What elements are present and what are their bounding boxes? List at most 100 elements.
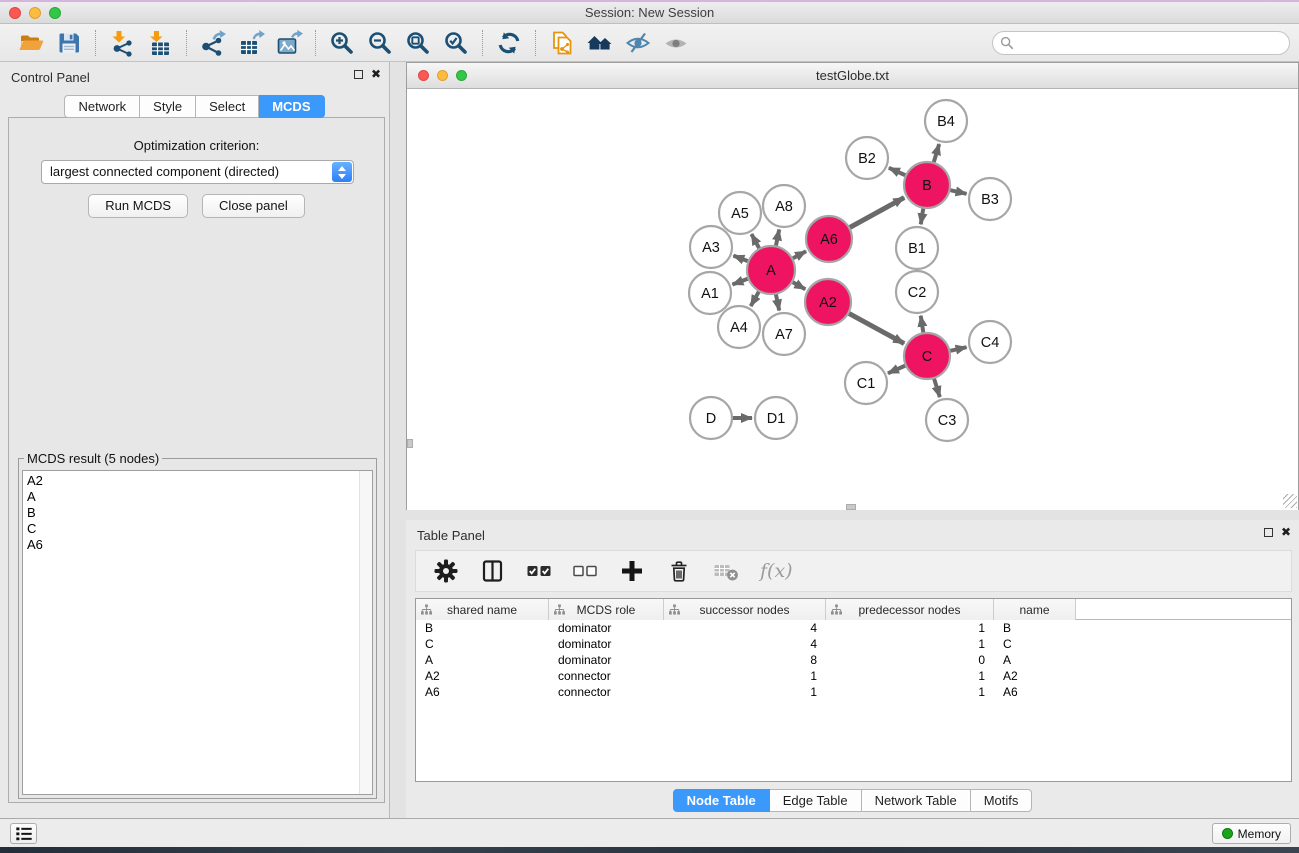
result-list-scrollbar[interactable] — [359, 471, 372, 794]
zoom-in-button[interactable] — [323, 27, 361, 59]
new-network-from-selection-button[interactable] — [543, 27, 581, 59]
table-row[interactable]: Cdominator41C — [416, 636, 1291, 652]
table-cell-name[interactable]: C — [994, 636, 1076, 652]
import-network-button[interactable] — [103, 27, 141, 59]
table-cell-name[interactable]: B — [994, 620, 1076, 636]
float-table-panel-icon[interactable] — [1264, 528, 1273, 537]
tab-style[interactable]: Style — [140, 95, 196, 118]
show-graphics-details-button[interactable] — [657, 27, 695, 59]
tab-network[interactable]: Network — [64, 95, 140, 118]
graph-node-B2[interactable]: B2 — [846, 137, 888, 179]
table-cell-predecessor-nodes[interactable]: 0 — [826, 652, 994, 668]
show-tasks-button[interactable] — [10, 823, 37, 844]
table-cell-predecessor-nodes[interactable]: 1 — [826, 684, 994, 700]
column-header-shared-name[interactable]: shared name — [416, 599, 549, 620]
table-cell-successor-nodes[interactable]: 8 — [664, 652, 826, 668]
zoom-selected-button[interactable] — [437, 27, 475, 59]
table-cell-shared-name[interactable]: A6 — [416, 684, 549, 700]
result-item[interactable]: A — [23, 489, 372, 505]
graph-node-B[interactable]: B — [904, 162, 950, 208]
tab-mcds[interactable]: MCDS — [259, 95, 324, 118]
export-network-button[interactable] — [194, 27, 232, 59]
tab-select[interactable]: Select — [196, 95, 259, 118]
zoom-out-button[interactable] — [361, 27, 399, 59]
tab-network-table[interactable]: Network Table — [862, 789, 971, 812]
search-input[interactable] — [992, 31, 1290, 55]
graph-node-C2[interactable]: C2 — [896, 271, 938, 313]
graph-node-A4[interactable]: A4 — [718, 306, 760, 348]
graph-node-A[interactable]: A — [747, 246, 795, 294]
save-session-button[interactable] — [50, 27, 88, 59]
graph-edge-C-C3[interactable] — [933, 376, 940, 397]
graph-edge-B-B4[interactable] — [933, 144, 939, 165]
table-cell-name[interactable]: A — [994, 652, 1076, 668]
graph-edge-A6-B[interactable] — [847, 198, 904, 229]
graph-node-D[interactable]: D — [690, 397, 732, 439]
graph-node-D1[interactable]: D1 — [755, 397, 797, 439]
open-session-button[interactable] — [12, 27, 50, 59]
canvas-left-grip[interactable] — [407, 439, 413, 448]
graph-node-B1[interactable]: B1 — [896, 227, 938, 269]
hide-graphics-details-button[interactable] — [619, 27, 657, 59]
graph-node-B4[interactable]: B4 — [925, 100, 967, 142]
apply-layout-button[interactable] — [490, 27, 528, 59]
delete-column-trash-icon[interactable] — [666, 558, 692, 584]
graph-node-A2[interactable]: A2 — [805, 279, 851, 325]
mcds-result-list[interactable]: A2ABCA6 — [22, 470, 373, 795]
table-cell-predecessor-nodes[interactable]: 1 — [826, 668, 994, 684]
graph-node-A1[interactable]: A1 — [689, 272, 731, 314]
criterion-dropdown[interactable]: largest connected component (directed) — [41, 160, 354, 184]
create-column-plus-icon[interactable] — [619, 558, 645, 584]
export-table-button[interactable] — [232, 27, 270, 59]
table-cell-name[interactable]: A2 — [994, 668, 1076, 684]
deselect-all-columns-icon[interactable] — [573, 558, 598, 584]
table-row[interactable]: Bdominator41B — [416, 620, 1291, 636]
table-cell-mcds-role[interactable]: connector — [549, 684, 664, 700]
network-canvas[interactable]: B4B2BB3A8A5A6A3B1AC2A1A2A4A7C4CC1C3DD1 — [407, 90, 1298, 510]
import-table-button[interactable] — [141, 27, 179, 59]
column-header-mcds-role[interactable]: MCDS role — [549, 599, 664, 620]
graph-node-C4[interactable]: C4 — [969, 321, 1011, 363]
table-cell-successor-nodes[interactable]: 4 — [664, 620, 826, 636]
float-panel-icon[interactable] — [354, 70, 363, 79]
result-item[interactable]: A6 — [23, 537, 372, 553]
close-table-panel-icon[interactable]: ✖ — [1281, 527, 1291, 537]
table-row[interactable]: A6connector11A6 — [416, 684, 1291, 700]
table-cell-mcds-role[interactable]: connector — [549, 668, 664, 684]
result-item[interactable]: A2 — [23, 471, 372, 489]
table-cell-shared-name[interactable]: B — [416, 620, 549, 636]
graph-edge-A2-C[interactable] — [846, 312, 904, 343]
result-item[interactable]: C — [23, 521, 372, 537]
first-neighbors-button[interactable] — [581, 27, 619, 59]
table-cell-shared-name[interactable]: C — [416, 636, 549, 652]
column-header-successor-nodes[interactable]: successor nodes — [664, 599, 826, 620]
memory-button[interactable]: Memory — [1212, 823, 1291, 844]
function-builder-fx-icon[interactable]: f(x) — [760, 560, 793, 582]
table-cell-mcds-role[interactable]: dominator — [549, 652, 664, 668]
table-cell-shared-name[interactable]: A2 — [416, 668, 549, 684]
graph-node-B3[interactable]: B3 — [969, 178, 1011, 220]
graph-node-A5[interactable]: A5 — [719, 192, 761, 234]
column-header-name[interactable]: name — [994, 599, 1076, 620]
network-graph[interactable]: B4B2BB3A8A5A6A3B1AC2A1A2A4A7C4CC1C3DD1 — [407, 90, 1298, 510]
tab-motifs[interactable]: Motifs — [971, 789, 1033, 812]
run-mcds-button[interactable]: Run MCDS — [88, 194, 188, 218]
graph-edge-C-C1[interactable] — [888, 364, 908, 373]
column-header-predecessor-nodes[interactable]: predecessor nodes — [826, 599, 994, 620]
zoom-fit-button[interactable] — [399, 27, 437, 59]
table-cell-mcds-role[interactable]: dominator — [549, 636, 664, 652]
close-panel-icon[interactable]: ✖ — [371, 69, 381, 79]
table-cell-successor-nodes[interactable]: 1 — [664, 684, 826, 700]
graph-edge-B-B2[interactable] — [889, 168, 908, 177]
table-cell-mcds-role[interactable]: dominator — [549, 620, 664, 636]
graph-node-A3[interactable]: A3 — [690, 226, 732, 268]
table-row[interactable]: Adominator80A — [416, 652, 1291, 668]
tab-node-table[interactable]: Node Table — [673, 789, 770, 812]
tab-edge-table[interactable]: Edge Table — [770, 789, 862, 812]
result-item[interactable]: B — [23, 505, 372, 521]
export-image-button[interactable] — [270, 27, 308, 59]
graph-node-A6[interactable]: A6 — [806, 216, 852, 262]
table-cell-predecessor-nodes[interactable]: 1 — [826, 620, 994, 636]
table-cell-shared-name[interactable]: A — [416, 652, 549, 668]
canvas-bottom-grip[interactable] — [846, 504, 856, 510]
